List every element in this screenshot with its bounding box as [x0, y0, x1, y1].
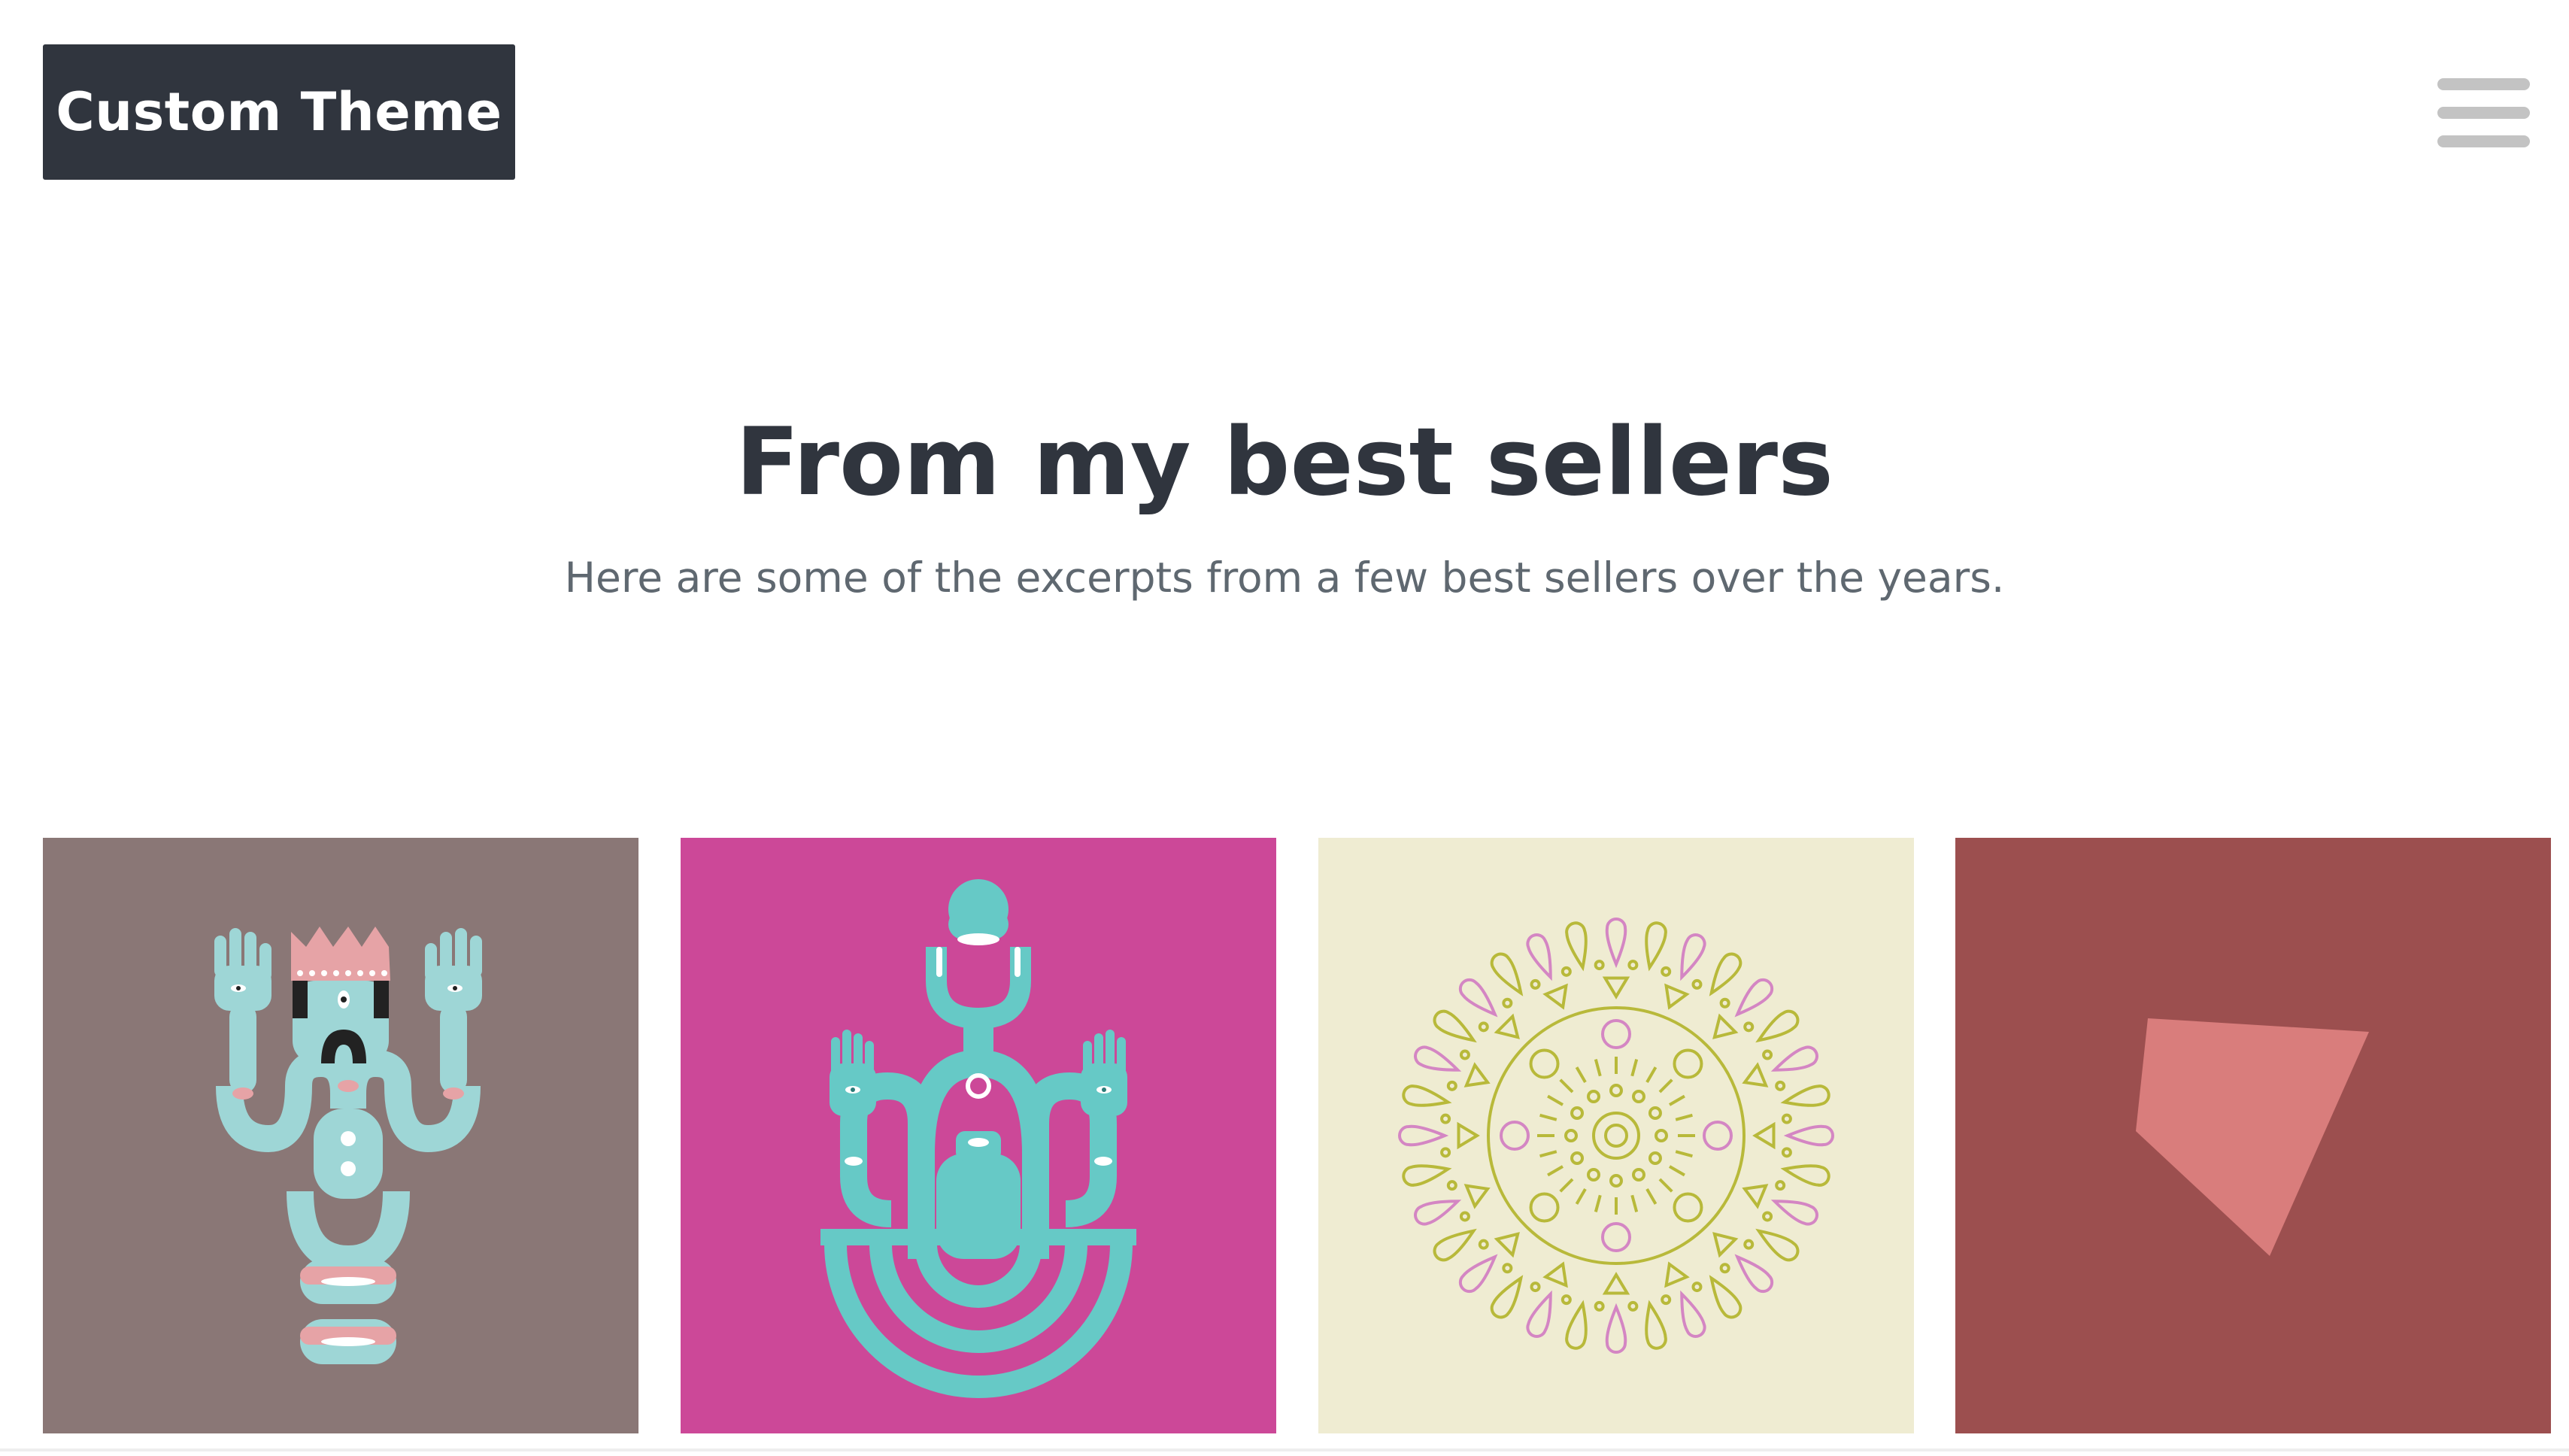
- menu-line: [2437, 78, 2530, 90]
- section-title: From my best sellers: [736, 408, 1833, 517]
- section-divider: [0, 1448, 2569, 1451]
- menu-line: [2437, 135, 2530, 147]
- hamburger-menu-icon[interactable]: [2437, 78, 2530, 147]
- section-subtitle: Here are some of the excerpts from a few…: [564, 554, 2005, 602]
- mandala-illustration: [1318, 838, 1914, 1433]
- polygon-illustration: [1955, 838, 2551, 1433]
- gallery-tile-king-figure[interactable]: [43, 838, 638, 1433]
- king-figure-illustration: [43, 838, 638, 1433]
- gallery-tile-polygon[interactable]: [1955, 838, 2551, 1433]
- menu-line: [2437, 107, 2530, 119]
- gallery-tile-totem-figure[interactable]: [681, 838, 1276, 1433]
- brand-logo-button[interactable]: Custom Theme: [43, 44, 515, 180]
- totem-figure-illustration: [681, 838, 1276, 1433]
- gallery-tile-mandala[interactable]: [1318, 838, 1914, 1433]
